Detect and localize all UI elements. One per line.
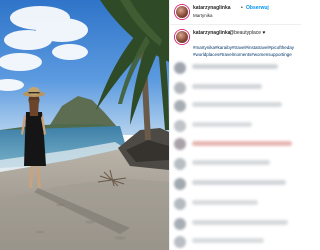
caption-text: @beautyplace ♥ — [229, 30, 265, 36]
comment-placeholder — [174, 178, 186, 190]
caption-hashtags: #martynika#karaiby#travel#instatravel#pi… — [193, 44, 301, 58]
comment-placeholder — [174, 62, 186, 74]
caption-mention[interactable]: @beautyplace — [229, 30, 261, 36]
hashtag-line[interactable]: #worldplaces#travelmoments#womensupporti… — [193, 51, 301, 58]
post-photo[interactable] — [0, 0, 169, 250]
follow-button[interactable]: Obserwuj — [246, 5, 269, 11]
comment-placeholder — [174, 198, 186, 210]
beach-photo-image — [0, 0, 169, 250]
comment-placeholder — [174, 218, 186, 230]
comment-placeholder — [192, 84, 262, 89]
caption-avatar[interactable] — [175, 30, 189, 44]
caption-username[interactable]: katarzynaglinka — [193, 30, 231, 36]
separator-dot: • — [241, 5, 243, 11]
comment-placeholder — [192, 64, 278, 69]
comment-placeholder — [192, 141, 292, 146]
post-header: katarzynaglinka • Obserwuj Martynika — [170, 0, 301, 25]
comment-placeholder — [192, 238, 264, 243]
heart-icon: ♥ — [262, 30, 266, 36]
comment-placeholder — [192, 180, 286, 185]
comment-placeholder — [192, 122, 252, 127]
comment-placeholder — [192, 220, 288, 225]
author-username[interactable]: katarzynaglinka — [193, 5, 231, 11]
comment-placeholder — [192, 102, 282, 107]
comment-placeholder — [174, 100, 186, 112]
hashtag-line[interactable]: #martynika#karaiby#travel#instatravel#pi… — [193, 44, 301, 51]
comment-placeholder — [174, 158, 186, 170]
comment-placeholder — [174, 236, 186, 248]
comment-placeholder — [174, 120, 186, 132]
comment-placeholder — [192, 160, 270, 165]
author-avatar[interactable] — [175, 5, 189, 19]
comment-placeholder — [192, 200, 258, 205]
comment-placeholder — [174, 138, 186, 150]
post-location[interactable]: Martynika — [193, 13, 213, 18]
comment-placeholder — [174, 82, 186, 94]
post-side-panel: katarzynaglinka • Obserwuj Martynika kat… — [169, 0, 301, 250]
